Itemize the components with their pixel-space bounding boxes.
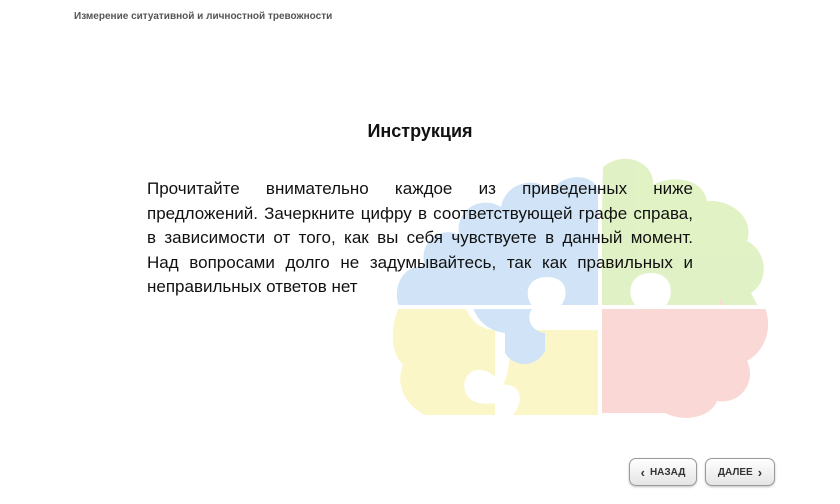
presentation-title: Измерение ситуативной и личностной трево… <box>74 11 333 22</box>
chevron-right-icon: › <box>757 464 763 480</box>
next-button[interactable]: ДАЛЕЕ › <box>705 458 775 486</box>
instruction-heading: Инструкция <box>367 121 473 141</box>
slide: Измерение ситуативной и личностной трево… <box>0 0 840 504</box>
instruction-text: Прочитайте внимательно каждое из приведе… <box>147 179 693 296</box>
back-button-label: НАЗАД <box>649 466 686 478</box>
back-button[interactable]: ‹ НАЗАД <box>629 458 697 486</box>
chevron-left-icon: ‹ <box>640 464 645 480</box>
puzzle-piece-yellow <box>392 307 495 415</box>
next-button-label: ДАЛЕЕ <box>717 466 753 478</box>
